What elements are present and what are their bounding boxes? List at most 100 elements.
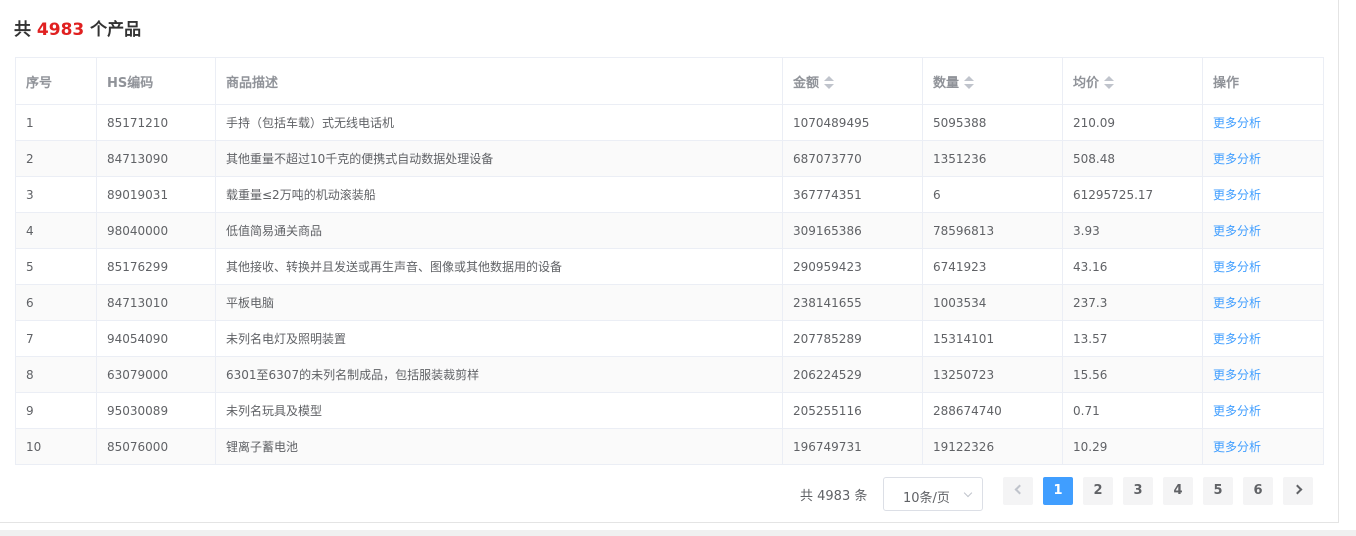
more-analysis-link[interactable]: 更多分析	[1213, 440, 1261, 454]
cell-avg-price: 61295725.17	[1073, 187, 1154, 202]
cell-hs-code: 98040000	[107, 223, 169, 238]
more-analysis-link[interactable]: 更多分析	[1213, 116, 1261, 130]
table-cell: 更多分析	[1202, 104, 1324, 141]
page-4-button[interactable]: 4	[1163, 477, 1193, 505]
prev-page-button[interactable]	[1003, 477, 1033, 505]
cell-hs-code: 94054090	[107, 331, 169, 346]
column-header-hs-code: HS编码	[96, 57, 216, 105]
column-label: 金额	[793, 75, 820, 91]
bottom-divider	[0, 530, 1356, 536]
table-cell: 1003534	[922, 284, 1063, 321]
table-cell: 85171210	[96, 104, 216, 141]
table-row: 4 98040000 低值简易通关商品 309165386 78596813 3.93 更多…	[15, 212, 1324, 249]
cell-index: 3	[26, 187, 34, 202]
cell-description: 未列名电灯及照明装置	[226, 332, 347, 346]
pagination-total: 共 4983 条	[800, 489, 868, 504]
cell-index: 2	[26, 151, 34, 166]
cell-description: 其他接收、转换并且发送或再生声音、图像或其他数据用的设备	[226, 260, 563, 274]
table-cell: 288674740	[922, 392, 1063, 429]
table-cell: 1070489495	[782, 104, 923, 141]
more-analysis-link[interactable]: 更多分析	[1213, 296, 1261, 310]
cell-quantity: 288674740	[933, 403, 1002, 418]
cell-amount: 1070489495	[793, 115, 870, 130]
cell-hs-code: 85076000	[107, 439, 169, 454]
more-analysis-link[interactable]: 更多分析	[1213, 332, 1261, 346]
cell-avg-price: 3.93	[1073, 223, 1100, 238]
table-cell: 95030089	[96, 392, 216, 429]
next-page-button[interactable]	[1283, 477, 1313, 505]
cell-avg-price: 15.56	[1073, 367, 1108, 382]
cell-description: 6301至6307的未列名制成品，包括服装裁剪样	[226, 368, 480, 382]
table-cell: 43.16	[1062, 248, 1203, 285]
cell-amount: 206224529	[793, 367, 862, 382]
table-row: 5 85176299 其他接收、转换并且发送或再生声音、图像或其他数据用的设备 290…	[15, 248, 1324, 285]
table-cell: 4	[15, 212, 97, 249]
cell-quantity: 5095388	[933, 115, 987, 130]
table-row: 9 95030089 未列名玩具及模型 205255116 288674740 0.71 更…	[15, 392, 1324, 429]
cell-description: 手持（包括车载）式无线电话机	[226, 116, 395, 130]
cell-amount: 238141655	[793, 295, 862, 310]
table-header-row: 序号 HS编码 商品描述 金额 数量 均价 操作	[15, 57, 1324, 105]
table-cell: 1351236	[922, 140, 1063, 177]
table-cell: 更多分析	[1202, 212, 1324, 249]
pagination: 共 4983 条 10条/页 1 2 3 4 5 6	[0, 477, 1356, 511]
sort-caret-icon[interactable]	[1104, 75, 1115, 89]
more-analysis-link[interactable]: 更多分析	[1213, 368, 1261, 382]
column-header-avg-price[interactable]: 均价	[1062, 57, 1203, 105]
cell-hs-code: 63079000	[107, 367, 169, 382]
table-row: 3 89019031 载重量≤2万吨的机动滚装船 367774351 6 61295725…	[15, 176, 1324, 213]
more-analysis-link[interactable]: 更多分析	[1213, 188, 1261, 202]
cell-amount: 687073770	[793, 151, 862, 166]
title-suffix: 个产品	[90, 20, 142, 40]
table-cell: 更多分析	[1202, 428, 1324, 465]
cell-avg-price: 508.48	[1073, 151, 1115, 166]
table-cell: 手持（包括车载）式无线电话机	[215, 104, 783, 141]
page-1-button[interactable]: 1	[1043, 477, 1073, 505]
table-cell: 6301至6307的未列名制成品，包括服装裁剪样	[215, 356, 783, 393]
cell-quantity: 6	[933, 187, 941, 202]
cell-hs-code: 84713090	[107, 151, 169, 166]
table-cell: 84713010	[96, 284, 216, 321]
table-cell: 78596813	[922, 212, 1063, 249]
cell-description: 未列名玩具及模型	[226, 404, 323, 418]
table-cell: 237.3	[1062, 284, 1203, 321]
table-cell: 7	[15, 320, 97, 357]
column-label: 均价	[1073, 75, 1100, 91]
cell-hs-code: 85176299	[107, 259, 169, 274]
page-6-button[interactable]: 6	[1243, 477, 1273, 505]
page-title: 共 4983 个产品	[14, 15, 141, 40]
cell-description: 其他重量不超过10千克的便携式自动数据处理设备	[226, 152, 494, 166]
page-2-button[interactable]: 2	[1083, 477, 1113, 505]
table-cell: 0.71	[1062, 392, 1203, 429]
more-analysis-link[interactable]: 更多分析	[1213, 260, 1261, 274]
table-cell: 61295725.17	[1062, 176, 1203, 213]
column-label: 商品描述	[226, 75, 279, 91]
sort-caret-icon[interactable]	[824, 75, 835, 89]
page-size-select[interactable]: 10条/页	[883, 477, 983, 511]
column-label: 数量	[933, 75, 960, 91]
more-analysis-link[interactable]: 更多分析	[1213, 404, 1261, 418]
page-5-button[interactable]: 5	[1203, 477, 1233, 505]
column-header-amount[interactable]: 金额	[782, 57, 923, 105]
cell-quantity: 19122326	[933, 439, 995, 454]
cell-avg-price: 210.09	[1073, 115, 1115, 130]
table-cell: 更多分析	[1202, 320, 1324, 357]
table-row: 7 94054090 未列名电灯及照明装置 207785289 15314101 13.5…	[15, 320, 1324, 357]
more-analysis-link[interactable]: 更多分析	[1213, 224, 1261, 238]
table-cell: 15.56	[1062, 356, 1203, 393]
table-cell: 13250723	[922, 356, 1063, 393]
column-header-quantity[interactable]: 数量	[922, 57, 1063, 105]
cell-quantity: 15314101	[933, 331, 995, 346]
sort-caret-icon[interactable]	[964, 75, 975, 89]
page-3-button[interactable]: 3	[1123, 477, 1153, 505]
table-cell: 367774351	[782, 176, 923, 213]
page-size-value: 10条/页	[903, 491, 950, 506]
table-cell: 63079000	[96, 356, 216, 393]
cell-amount: 290959423	[793, 259, 862, 274]
more-analysis-link[interactable]: 更多分析	[1213, 152, 1261, 166]
table-cell: 更多分析	[1202, 176, 1324, 213]
cell-index: 4	[26, 223, 34, 238]
table-cell: 687073770	[782, 140, 923, 177]
cell-index: 10	[26, 439, 42, 454]
table-cell: 85176299	[96, 248, 216, 285]
